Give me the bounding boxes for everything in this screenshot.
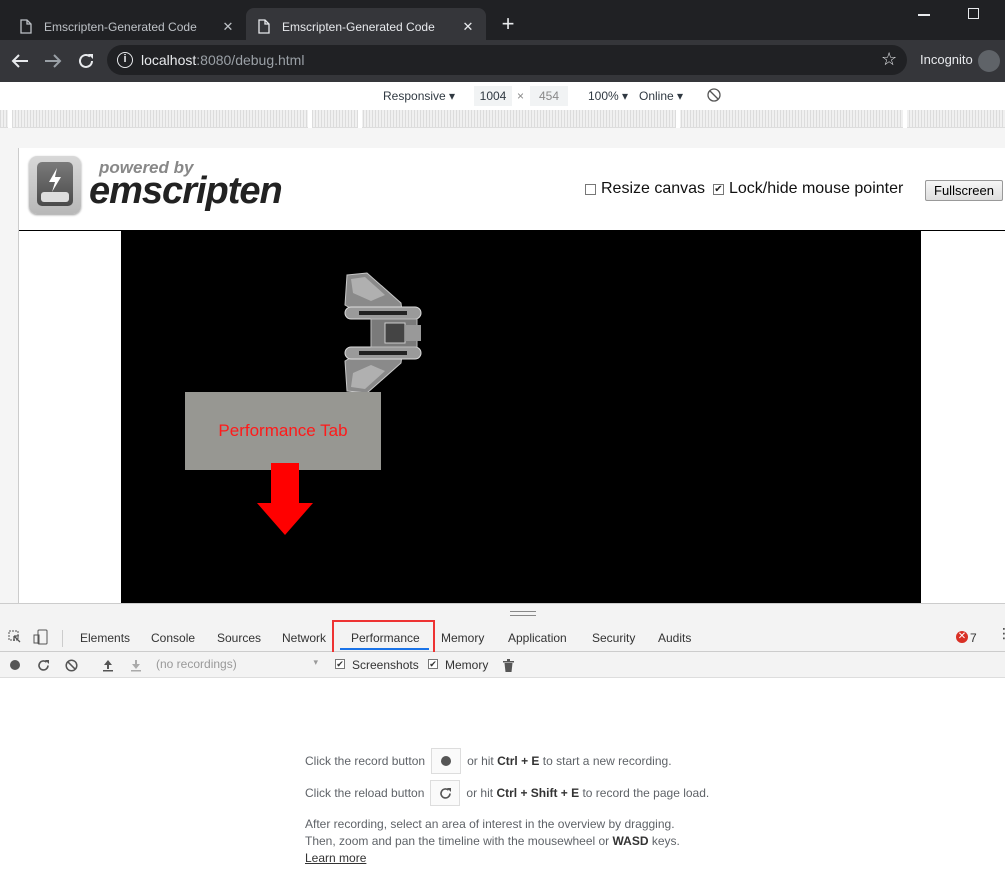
back-arrow-icon[interactable] [8,49,32,73]
media-query-ruler[interactable] [0,110,1005,128]
device-mode-dropdown[interactable]: Responsive ▾ [383,89,455,103]
tab-sources[interactable]: Sources [217,631,261,645]
devtools-resize-handle[interactable] [0,603,1005,625]
document-icon [258,19,272,35]
error-count[interactable]: 7 [970,631,977,645]
fullscreen-button[interactable]: Fullscreen [925,180,1003,201]
resize-canvas-checkbox[interactable]: Resize canvas [585,180,705,198]
address-bar[interactable]: i localhost:8080/debug.html ☆ [107,45,907,75]
emscripten-page: powered by emscripten Resize canvas ✔ Lo… [18,148,1005,603]
tab-security[interactable]: Security [592,631,635,645]
clear-icon[interactable] [64,658,78,672]
logo-wordmark: emscripten [89,170,283,212]
tab-network[interactable]: Network [282,631,326,645]
viewport-width-input[interactable]: 1004 [474,86,512,106]
tab-console[interactable]: Console [151,631,195,645]
instruction-line-2: Then, zoom and pan the timeline with the… [305,834,680,848]
dimension-times-icon: × [517,89,525,103]
minimize-window-icon[interactable] [918,14,930,16]
recordings-select[interactable]: (no recordings) ▾ [156,657,320,674]
instruction-line-1: After recording, select an area of inter… [305,817,675,831]
performance-tab-callout: Performance Tab [185,392,381,470]
tab-audits[interactable]: Audits [658,631,691,645]
info-icon[interactable]: i [117,52,133,68]
url-text: localhost:8080/debug.html [141,52,305,68]
devtools-tabbar: Elements Console Sources Network Perform… [0,625,1005,652]
trash-icon[interactable] [501,658,515,672]
tab-memory[interactable]: Memory [441,631,484,645]
record-icon[interactable] [8,658,22,672]
selected-tab-indicator [340,648,429,650]
network-throttle-dropdown[interactable]: Online ▾ [639,89,683,103]
red-arrow-icon [271,463,299,503]
reload-record-icon[interactable] [36,658,50,672]
browser-toolbar: i localhost:8080/debug.html ☆ Incognito [0,40,1005,82]
star-icon[interactable]: ☆ [881,49,897,70]
maximize-window-icon[interactable] [968,8,979,19]
document-icon [20,19,34,35]
incognito-icon[interactable] [978,50,1000,72]
viewport-height-input[interactable]: 454 [530,86,568,106]
tab-elements[interactable]: Elements [80,631,130,645]
lock-pointer-checkbox[interactable]: ✔ Lock/hide mouse pointer [713,180,903,198]
screenshots-label: Screenshots [352,658,419,672]
checkbox-icon[interactable] [585,183,596,195]
tab-title: Emscripten-Generated Code [282,20,435,34]
tab-application[interactable]: Application [508,631,567,645]
load-profile-icon[interactable] [101,658,115,672]
inspect-element-icon[interactable] [8,630,22,647]
device-toolbar-icon[interactable] [33,629,49,648]
record-hint: Click the record button or hit Ctrl + E … [305,748,672,774]
reload-button[interactable] [430,780,461,806]
more-options-icon[interactable]: ⋮ [997,626,1005,640]
reload-icon[interactable] [74,49,98,73]
save-profile-icon[interactable] [129,658,143,672]
zoom-dropdown[interactable]: 100% ▾ [588,89,628,103]
close-tab-icon[interactable]: ✕ [218,17,238,37]
error-icon[interactable]: ✕ [956,631,968,643]
tab-title: Emscripten-Generated Code [44,20,197,34]
close-tab-icon[interactable]: ✕ [458,17,478,37]
incognito-label: Incognito [920,52,973,67]
forward-arrow-icon[interactable] [41,49,65,73]
red-arrow-head-icon [257,503,313,535]
performance-toolbar: (no recordings) ▾ ✔ Screenshots ✔ Memory [0,652,1005,678]
screenshots-checkbox[interactable]: ✔ [335,659,345,669]
checkbox-checked-icon[interactable]: ✔ [713,183,724,195]
reload-hint: Click the reload button or hit Ctrl + Sh… [305,780,709,806]
memory-checkbox[interactable]: ✔ [428,659,438,669]
spaceship-sprite-icon [344,272,422,394]
memory-label: Memory [445,658,489,672]
rotate-icon[interactable] [706,87,722,106]
emscripten-logo-icon [29,156,81,214]
new-tab-button[interactable]: + [496,12,520,36]
device-toolbar: Responsive ▾ 1004 × 454 100% ▾ Online ▾ [0,82,1005,110]
learn-more-link[interactable]: Learn more [305,850,366,867]
record-button[interactable] [431,748,462,774]
